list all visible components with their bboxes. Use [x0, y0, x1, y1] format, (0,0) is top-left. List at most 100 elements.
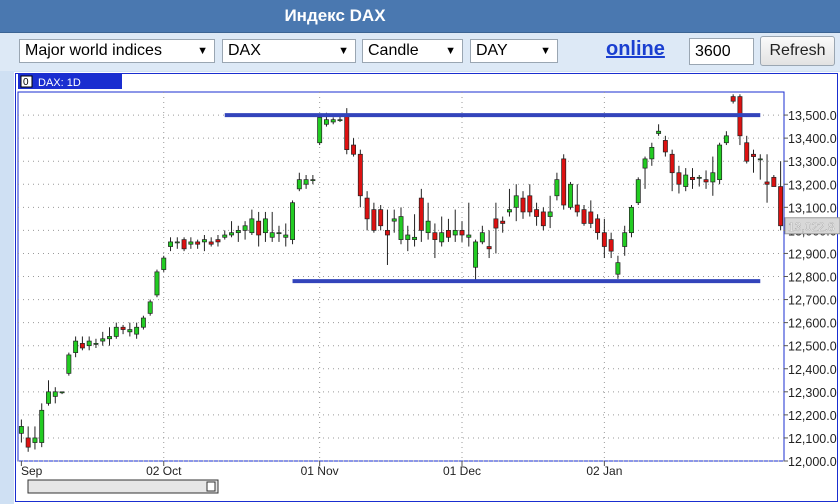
- candle-body: [425, 220, 431, 234]
- candle-body: [615, 262, 621, 275]
- candle-body: [174, 241, 180, 244]
- candle-body: [283, 234, 289, 238]
- y-tick-label: 13,300.0: [788, 155, 837, 169]
- candle-body: [86, 340, 92, 347]
- candle-body: [568, 183, 573, 208]
- chevron-down-icon: ▼: [338, 45, 349, 57]
- y-tick-label: 12,500.0: [788, 340, 837, 354]
- y-tick-label: 13,400.0: [788, 132, 837, 146]
- y-tick-label: 12,400.0: [788, 363, 837, 377]
- candle-body: [676, 172, 682, 185]
- candle-body: [323, 119, 329, 125]
- candle-body: [296, 179, 302, 190]
- period-value: DAY: [476, 42, 508, 59]
- candle-body: [52, 391, 58, 397]
- candle-body: [452, 230, 458, 236]
- candle-body: [547, 211, 553, 217]
- candle-body: [642, 158, 648, 169]
- y-tick-label: 13,100.0: [788, 201, 837, 215]
- candle-body: [276, 232, 282, 235]
- candle-body: [249, 218, 255, 234]
- candle-body: [256, 220, 262, 236]
- candle-body: [337, 119, 343, 122]
- chevron-down-icon: ▼: [445, 45, 456, 57]
- candle-body: [79, 343, 85, 349]
- scrollbar-track[interactable]: [27, 479, 219, 494]
- online-link[interactable]: online: [606, 38, 665, 61]
- candle-body: [507, 209, 512, 213]
- y-tick-label: 12,100.0: [788, 432, 837, 446]
- y-tick-label: 12,800.0: [788, 271, 837, 285]
- candle-body: [127, 329, 133, 333]
- candle-body: [344, 114, 350, 151]
- candle-body: [534, 209, 540, 217]
- x-tick-label: 01 Nov: [301, 464, 339, 478]
- candle-body: [412, 236, 418, 240]
- count-input[interactable]: 3600: [689, 38, 754, 65]
- candle-body: [147, 301, 153, 314]
- candle-body: [93, 343, 99, 345]
- group-select[interactable]: Major world indices ▼: [19, 39, 215, 63]
- candle-body: [656, 130, 662, 134]
- candle-body: [432, 232, 438, 240]
- candle-body: [703, 179, 709, 183]
- candle-body: [717, 144, 723, 180]
- refresh-button[interactable]: Refresh: [760, 36, 835, 66]
- candle-body: [581, 209, 587, 224]
- candle-body: [269, 232, 275, 238]
- candle-body: [554, 179, 560, 197]
- candle-body: [405, 234, 411, 240]
- index-select[interactable]: DAX ▼: [222, 39, 356, 63]
- y-tick-label: 13,500.0: [788, 109, 837, 123]
- candle-body: [290, 202, 295, 240]
- candle-body: [513, 195, 519, 208]
- candle-body: [649, 146, 655, 160]
- y-tick-label: 12,900.0: [788, 247, 837, 261]
- candle-body: [371, 209, 377, 231]
- y-tick-label: 12,600.0: [788, 317, 837, 331]
- candle-body: [635, 179, 641, 204]
- candle-body: [181, 239, 187, 250]
- chart-type-select[interactable]: Candle ▼: [362, 39, 463, 63]
- candle-body: [188, 241, 194, 245]
- candle-body: [140, 317, 146, 328]
- candle-body: [73, 340, 79, 353]
- window-title: Индекс DAX: [284, 6, 386, 25]
- candle-body: [730, 96, 736, 102]
- candle-body: [215, 239, 221, 243]
- candle-body: [384, 230, 390, 236]
- candle-body: [66, 354, 72, 374]
- candle-body: [378, 209, 384, 227]
- candle-body: [262, 218, 268, 234]
- candle-body: [751, 153, 756, 157]
- candle-body: [303, 179, 309, 185]
- candle-body: [690, 176, 695, 180]
- candle-body: [229, 232, 234, 236]
- chart-area: 12,000.0 12,100.0 12,200.0 12,300.0 12,400.0…: [14, 72, 840, 504]
- candle-body: [540, 211, 546, 227]
- candle-body: [662, 140, 668, 153]
- candle-body: [391, 218, 397, 222]
- candle-body: [364, 197, 370, 220]
- candle-body: [222, 234, 228, 238]
- candle-body: [120, 326, 126, 330]
- y-tick-label: 12,200.0: [788, 409, 837, 423]
- candle-body: [778, 186, 784, 227]
- candle-body: [601, 232, 607, 247]
- candle-body: [710, 172, 716, 183]
- candle-body: [622, 232, 628, 247]
- candle-body: [161, 257, 167, 270]
- chart-type-value: Candle: [368, 42, 419, 59]
- candle-body: [235, 230, 241, 234]
- y-tick-label: 13,200.0: [788, 178, 837, 192]
- candle-body: [479, 232, 485, 243]
- candle-body: [113, 326, 119, 337]
- candle-body: [493, 218, 499, 229]
- candle-body: [107, 336, 112, 340]
- last-price-label: 13,022.8: [788, 220, 835, 234]
- candle-body: [195, 241, 201, 245]
- period-select[interactable]: DAY ▼: [470, 39, 558, 63]
- candle-body: [168, 241, 173, 247]
- x-tick-label: Sep: [21, 464, 43, 478]
- scrollbar-thumb[interactable]: [206, 481, 216, 492]
